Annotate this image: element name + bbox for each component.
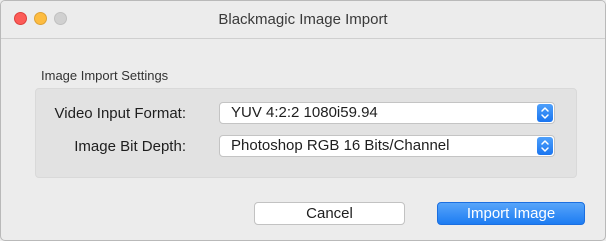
title-bar: Blackmagic Image Import [1,1,605,39]
image-bit-depth-select[interactable]: Photoshop RGB 16 Bits/Channel [219,135,555,157]
import-image-button[interactable]: Import Image [437,202,585,225]
cancel-button[interactable]: Cancel [254,202,405,225]
settings-group-label: Image Import Settings [41,68,169,83]
video-input-format-label: Video Input Format: [54,105,186,122]
window-title: Blackmagic Image Import [218,11,388,28]
image-bit-depth-label: Image Bit Depth: [74,138,186,155]
import-dialog-window: Blackmagic Image Import Image Import Set… [0,0,606,241]
video-input-format-select[interactable]: YUV 4:2:2 1080i59.94 [219,102,555,124]
video-input-format-value: YUV 4:2:2 1080i59.94 [231,104,378,121]
up-down-chevron-icon[interactable] [537,104,553,122]
settings-panel: Video Input Format: YUV 4:2:2 1080i59.94… [35,88,577,178]
up-down-chevron-icon[interactable] [537,137,553,155]
image-bit-depth-value: Photoshop RGB 16 Bits/Channel [231,137,450,154]
